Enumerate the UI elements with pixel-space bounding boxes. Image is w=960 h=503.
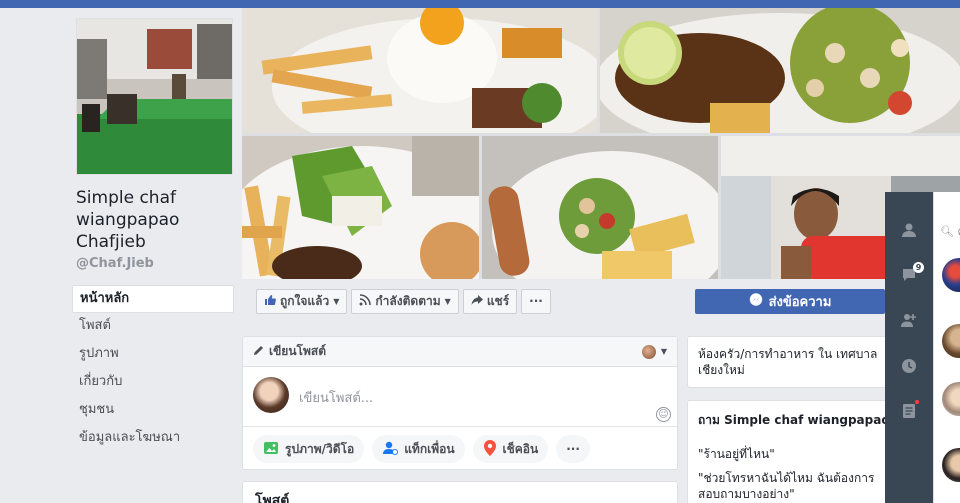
send-message-button[interactable]: ส่งข้อความ — [695, 289, 885, 314]
caret-down-icon: ▼ — [333, 296, 340, 306]
share-label: แชร์ — [486, 293, 510, 308]
tag-friend-icon — [382, 440, 399, 459]
composer-header: เขียนโพสต์ ▼ — [243, 337, 677, 367]
ask-question-2[interactable]: "ช่วยโทรหาฉันได้ไหม ฉันต้องการ สอบถามบาง… — [698, 470, 881, 502]
profile-photo — [77, 19, 232, 174]
composer-more-label: ··· — [566, 442, 580, 456]
tag-friends-button[interactable]: แท็กเพื่อน — [372, 435, 465, 463]
posts-section: โพสต์ — [242, 481, 678, 503]
send-message-label: ส่งข้อความ — [768, 295, 832, 310]
about-location[interactable]: เชียงใหม่ — [698, 362, 881, 378]
nav-item-home[interactable]: หน้าหลัก — [72, 285, 234, 313]
share-button[interactable]: แชร์ — [462, 288, 518, 314]
nav-item-info-ads[interactable]: ข้อมูลและโฆษณา — [72, 425, 234, 453]
caret-down-icon: ▼ — [444, 296, 451, 306]
liked-button[interactable]: ถูกใจแล้ว ▼ — [256, 288, 348, 314]
chat-contact-list: 🔍︎ ค้ — [933, 192, 960, 503]
nav-item-posts[interactable]: โพสต์ — [72, 313, 234, 341]
nav-item-about[interactable]: เกี่ยวกับ — [72, 369, 234, 397]
top-nav-bar — [0, 0, 960, 8]
ask-page-card: ถาม Simple chaf wiangpapao C "ร้านอยู่ที… — [687, 400, 892, 503]
page-name[interactable]: Simple chaf wiangpapao Chafjieb — [76, 187, 236, 253]
cover-photo-collage[interactable] — [242, 8, 960, 279]
page-action-bar: ถูกใจแล้ว ▼ กำลังติดตาม ▼ แชร์ ··· — [242, 279, 678, 323]
check-in-button[interactable]: เช็คอิน — [472, 435, 549, 463]
ask-question-1[interactable]: "ร้านอยู่ที่ไหน" — [698, 446, 881, 462]
nav-item-photos[interactable]: รูปภาพ — [72, 341, 234, 369]
cover-photo-1[interactable] — [242, 8, 597, 133]
photo-icon — [263, 440, 279, 459]
about-category[interactable]: ห้องครัว/การทำอาหาร ใน เทศบาล — [698, 346, 881, 362]
chat-contact-avatar[interactable] — [942, 448, 960, 482]
person-icon[interactable] — [900, 222, 918, 240]
profile-picture[interactable] — [76, 18, 233, 175]
photo-video-button[interactable]: รูปภาพ/วิดีโอ — [253, 435, 365, 463]
ask-question-2-line1: "ช่วยโทรหาฉันได้ไหม ฉันต้องการ — [698, 471, 875, 485]
check-in-label: เช็คอิน — [502, 441, 539, 456]
left-navigation: หน้าหลัก โพสต์ รูปภาพ เกี่ยวกับ ชุมชน ข้… — [72, 285, 234, 453]
notification-dot — [915, 400, 919, 404]
nav-item-community[interactable]: ชุมชน — [72, 397, 234, 425]
composer-placeholder[interactable]: เขียนโพสต์... — [299, 387, 373, 408]
chat-contact-avatar[interactable] — [942, 258, 960, 292]
composer-input-area[interactable]: เขียนโพสต์... ☺ — [243, 367, 677, 427]
chat-contact-avatar[interactable] — [942, 382, 960, 416]
cover-photo-4[interactable] — [482, 136, 718, 279]
following-button[interactable]: กำลังติดตาม ▼ — [351, 288, 459, 314]
location-pin-icon — [483, 439, 497, 459]
ask-question-2-line2: สอบถามบางอย่าง" — [698, 487, 795, 501]
caret-down-icon[interactable]: ▼ — [661, 347, 667, 356]
messenger-icon — [749, 292, 763, 311]
search-icon: 🔍︎ — [940, 225, 954, 238]
tag-friends-label: แท็กเพื่อน — [404, 441, 455, 456]
post-as-avatar[interactable] — [641, 344, 656, 359]
chat-contact-avatar[interactable] — [942, 324, 960, 358]
about-card: ห้องครัว/การทำอาหาร ใน เทศบาล เชียงใหม่ — [687, 336, 892, 388]
thumbs-up-icon — [264, 294, 276, 309]
cover-photo-3[interactable] — [242, 136, 479, 279]
post-composer: เขียนโพสต์ ▼ เขียนโพสต์... ☺ รูปภาพ/วิดี… — [242, 336, 678, 470]
following-label: กำลังติดตาม — [375, 293, 441, 308]
emoji-icon[interactable]: ☺ — [656, 407, 671, 422]
more-label: ··· — [529, 294, 543, 308]
page-handle[interactable]: @Chaf.Jieb — [76, 256, 154, 271]
cover-photo-2[interactable] — [600, 8, 960, 133]
posts-heading: โพสต์ — [255, 493, 290, 503]
rss-icon — [359, 293, 372, 309]
chat-search[interactable]: 🔍︎ ค้ — [940, 222, 960, 240]
chat-sidebar: 9 — [885, 192, 933, 503]
composer-title[interactable]: เขียนโพสต์ — [269, 342, 326, 361]
share-arrow-icon — [471, 294, 483, 309]
add-person-icon[interactable] — [900, 312, 918, 330]
clock-icon[interactable] — [900, 358, 918, 376]
liked-label: ถูกใจแล้ว — [280, 293, 330, 308]
note-icon[interactable] — [900, 403, 918, 421]
avatar — [253, 377, 289, 413]
more-actions-button[interactable]: ··· — [521, 288, 551, 314]
message-count-badge: 9 — [913, 262, 924, 273]
ask-title: ถาม Simple chaf wiangpapao C — [698, 413, 892, 427]
pencil-icon — [253, 345, 264, 359]
composer-actions: รูปภาพ/วิดีโอ แท็กเพื่อน เช็คอิน ··· — [243, 427, 677, 471]
photo-video-label: รูปภาพ/วิดีโอ — [285, 441, 355, 456]
composer-more-button[interactable]: ··· — [556, 435, 590, 463]
